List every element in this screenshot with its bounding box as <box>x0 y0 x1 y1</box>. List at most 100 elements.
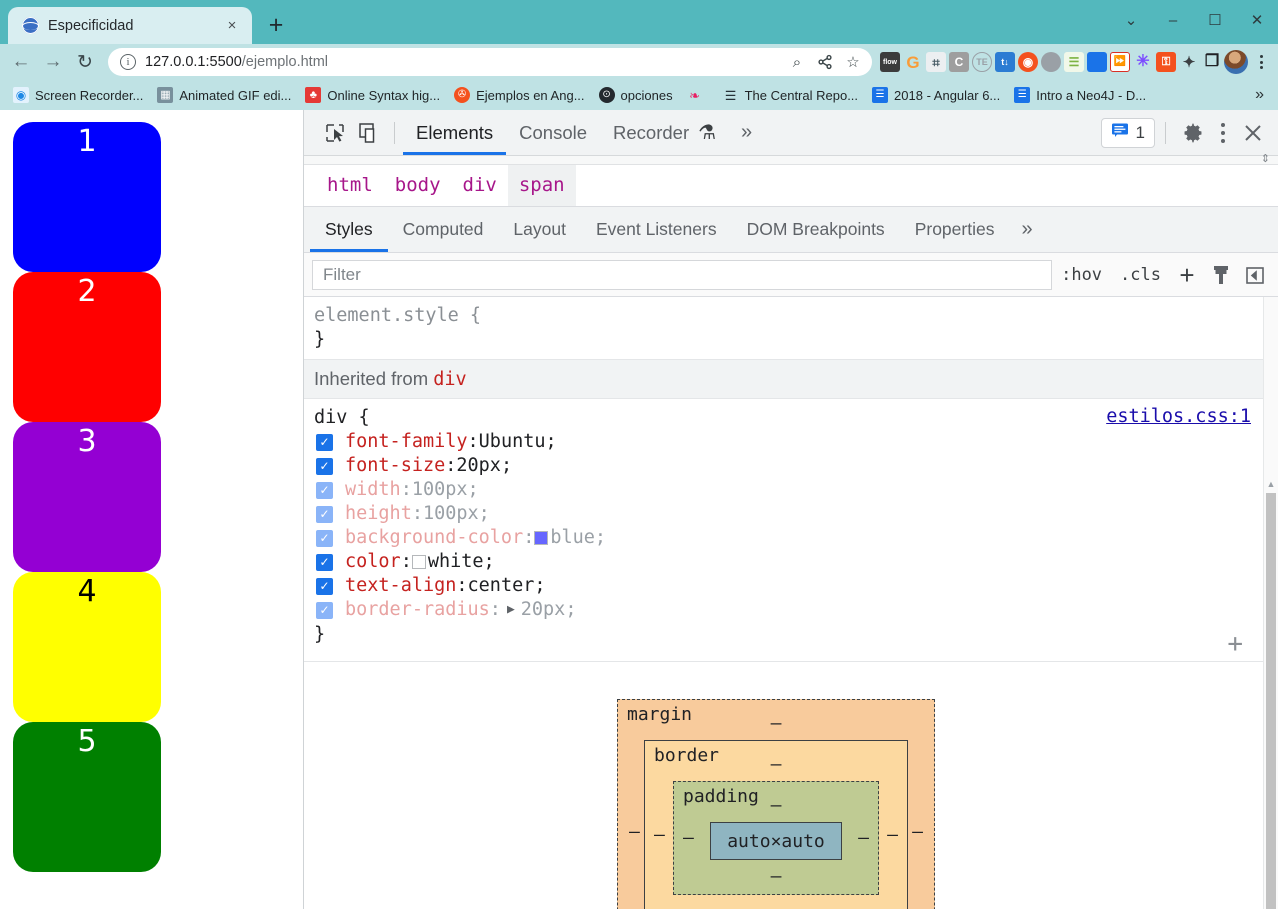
declaration-property[interactable]: text-align <box>345 574 456 598</box>
declaration-checkbox[interactable]: ✓ <box>316 433 333 451</box>
lifebuoy-extension-icon[interactable]: ◉ <box>1018 52 1038 72</box>
declaration-checkbox[interactable]: ✓ <box>316 577 333 595</box>
bookmark-item[interactable]: ☰ The Central Repo... <box>716 83 865 107</box>
bookmark-item[interactable]: ✇ Ejemplos en Ang... <box>447 83 591 107</box>
inspect-cursor-icon[interactable] <box>318 118 352 148</box>
declaration-property[interactable]: font-family <box>345 430 468 454</box>
c-extension-icon[interactable]: C <box>949 52 969 72</box>
declaration-row[interactable]: ✓ width: 100px; <box>314 478 1253 502</box>
grammarly-extension-icon[interactable]: G <box>903 52 923 72</box>
declaration-checkbox[interactable]: ✓ <box>316 481 333 499</box>
grid-ruler-extension-icon[interactable]: ⌗ <box>926 52 946 72</box>
bookmark-star-icon[interactable]: ☆ <box>840 49 866 75</box>
gray-dot-extension-icon[interactable] <box>1041 52 1061 72</box>
browser-tab[interactable]: Especificidad × <box>8 7 252 44</box>
box-model-border[interactable]: border – – – padding – – – auto×auto – <box>644 740 908 909</box>
back-button[interactable]: ← <box>6 47 36 77</box>
subtab-properties[interactable]: Properties <box>900 207 1010 252</box>
declaration-row[interactable]: ✓ text-align: center; <box>314 574 1253 598</box>
close-icon[interactable]: × <box>222 16 242 36</box>
styles-scrollbar[interactable]: ▲ <box>1263 297 1278 909</box>
new-tab-button[interactable]: + <box>260 9 292 41</box>
snowflake-extension-icon[interactable]: ✳ <box>1133 52 1153 72</box>
padding-right-value[interactable]: – <box>858 828 869 849</box>
te-extension-icon[interactable]: TE <box>972 52 992 72</box>
declaration-value[interactable]: blue; <box>550 526 606 550</box>
declaration-property[interactable]: height <box>345 502 412 526</box>
issues-button[interactable]: 1 <box>1100 117 1155 148</box>
add-property-button[interactable]: + <box>1227 631 1243 657</box>
share-icon[interactable] <box>812 49 838 75</box>
minimize-button[interactable]: – <box>1152 0 1194 40</box>
profile-avatar[interactable] <box>1224 50 1248 74</box>
declaration-property[interactable]: border-radius <box>345 598 490 622</box>
declaration-row[interactable]: ✓ font-family: Ubuntu; <box>314 430 1253 454</box>
bookmarks-overflow-icon[interactable]: » <box>1255 86 1272 104</box>
site-info-icon[interactable]: i <box>120 54 136 70</box>
rule-element-style[interactable]: element.style { } <box>304 297 1263 361</box>
declaration-value[interactable]: Ubuntu; <box>479 430 557 454</box>
declaration-row[interactable]: ✓ height: 100px; <box>314 502 1253 526</box>
declaration-property[interactable]: font-size <box>345 454 445 478</box>
hov-toggle-button[interactable]: :hov <box>1052 265 1111 285</box>
declaration-property[interactable]: color <box>345 550 401 574</box>
margin-right-value[interactable]: – <box>912 822 923 843</box>
declaration-value[interactable]: 100px; <box>423 502 490 526</box>
declaration-value[interactable]: white; <box>428 550 495 574</box>
bookmark-item[interactable]: ❧ <box>680 83 716 107</box>
close-icon[interactable] <box>1236 118 1270 148</box>
color-swatch[interactable] <box>411 555 426 570</box>
tab-elements[interactable]: Elements <box>403 111 507 155</box>
tab-recorder[interactable]: Recorder ⚗ <box>600 111 729 155</box>
reload-button[interactable]: ↻ <box>70 47 100 77</box>
box-model-margin[interactable]: margin – – – border – – – padding – – – … <box>617 699 935 909</box>
declaration-value[interactable]: 20px; <box>521 598 577 622</box>
padding-bottom-value[interactable]: – <box>674 860 878 894</box>
declaration-property[interactable]: width <box>345 478 401 502</box>
rule-div[interactable]: estilos.css:1 div { ✓ font-family: Ubunt… <box>304 399 1263 662</box>
stylesheet-source-link[interactable]: estilos.css:1 <box>1106 406 1251 427</box>
chevron-down-icon[interactable]: ⌄ <box>1110 0 1152 40</box>
zoom-icon[interactable]: ⌕ <box>784 49 810 75</box>
declaration-checkbox[interactable]: ✓ <box>316 505 333 523</box>
expand-arrow-icon[interactable]: ▶ <box>507 602 515 619</box>
breadcrumb-body[interactable]: body <box>384 165 452 206</box>
breadcrumb-span[interactable]: span <box>507 165 576 206</box>
scrollbar-thumb[interactable] <box>1266 493 1276 909</box>
bookmark-item[interactable]: ☰ 2018 - Angular 6... <box>865 83 1007 107</box>
bookmark-item[interactable]: ☰ Intro a Neo4J - D... <box>1007 83 1153 107</box>
bookmark-item[interactable]: ♣ Online Syntax hig... <box>298 83 447 107</box>
sidepanel-extension-icon[interactable]: ❒ <box>1202 52 1222 72</box>
margin-left-value[interactable]: – <box>629 822 640 843</box>
close-window-button[interactable]: ✕ <box>1236 0 1278 40</box>
bookmark-item[interactable]: ◉ Screen Recorder... <box>6 83 150 107</box>
devtools-splitter[interactable] <box>304 152 1278 165</box>
breadcrumb-div[interactable]: div <box>452 165 508 206</box>
device-toolbar-icon[interactable] <box>352 118 386 148</box>
padding-left-value[interactable]: – <box>683 828 694 849</box>
declaration-checkbox[interactable]: ✓ <box>316 457 333 475</box>
cls-toggle-button[interactable]: .cls <box>1111 265 1170 285</box>
declaration-row[interactable]: ✓ background-color: blue; <box>314 526 1253 550</box>
paintbrush-icon[interactable] <box>1204 260 1238 290</box>
declaration-value[interactable]: 20px; <box>456 454 512 478</box>
maximize-button[interactable]: ☐ <box>1194 0 1236 40</box>
subtabs-overflow-icon[interactable]: » <box>1009 218 1044 241</box>
subtab-dom-breakpoints[interactable]: DOM Breakpoints <box>732 207 900 252</box>
subtab-computed[interactable]: Computed <box>388 207 499 252</box>
subtab-layout[interactable]: Layout <box>498 207 581 252</box>
new-style-rule-icon[interactable]: + <box>1170 260 1204 290</box>
border-left-value[interactable]: – <box>654 825 665 846</box>
box-model-content[interactable]: auto×auto <box>710 822 842 860</box>
filter-input[interactable]: Filter <box>312 259 1053 290</box>
declaration-checkbox[interactable]: ✓ <box>316 529 333 547</box>
box-model-padding[interactable]: padding – – – auto×auto – <box>673 781 879 895</box>
devtools-more-tabs-icon[interactable]: » <box>729 121 764 144</box>
gear-icon[interactable] <box>1176 118 1210 148</box>
translate-extension-icon[interactable]: t↓ <box>995 52 1015 72</box>
flow-extension-icon[interactable]: flow <box>880 52 900 72</box>
declaration-row[interactable]: ✓ border-radius: ▶ 20px; <box>314 598 1253 622</box>
bookmark-item[interactable]: ▦ Animated GIF edi... <box>150 83 298 107</box>
toggle-sidebar-icon[interactable] <box>1238 260 1272 290</box>
border-right-value[interactable]: – <box>887 825 898 846</box>
